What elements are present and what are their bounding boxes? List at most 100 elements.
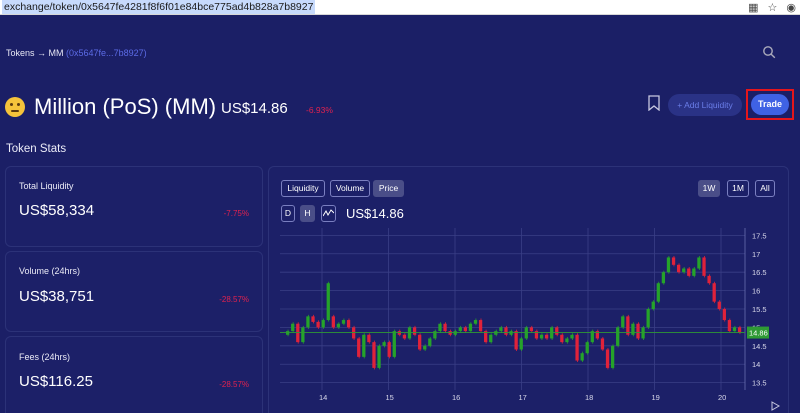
line-chart-icon [322,209,335,217]
candlestick-chart[interactable]: 17.51716.51615.51514.51413.5141516171819… [280,228,800,413]
y-tick-label: 15.5 [752,305,767,314]
range-1m[interactable]: 1M [727,180,749,197]
bookmark-icon[interactable] [647,95,661,111]
candle [301,327,305,343]
candle [402,334,407,339]
extension-icon[interactable]: ◉ [786,1,796,14]
token-logo-icon [5,97,25,117]
candle [473,320,478,324]
candle [311,316,315,322]
candle [707,275,711,284]
candle [428,338,432,346]
trade-button[interactable]: Trade [751,94,789,115]
candle [626,316,630,335]
candle [418,334,422,350]
line-chart-toggle[interactable] [321,205,336,222]
candle [697,257,701,269]
stat-label: Volume (24hrs) [19,266,81,276]
candle [555,327,559,335]
candle [656,283,660,302]
candle [682,268,686,273]
x-tick-label: 20 [718,393,726,402]
stat-value: US$116.25 [19,373,93,390]
search-icon[interactable] [762,45,776,59]
interval-day[interactable]: D [281,205,295,222]
scroll-right-icon [771,401,781,411]
candle [631,323,635,335]
stat-change: -28.57% [219,295,249,304]
candle [443,323,447,332]
stat-value: US$38,751 [19,288,95,305]
candle [463,327,467,332]
url-text[interactable]: exchange/token/0x5647fe4281f8f6f01e84bce… [2,0,316,14]
breadcrumb-tokens[interactable]: Tokens → MM [6,48,64,58]
candle [666,257,671,273]
x-tick-label: 15 [386,393,394,402]
address-bar[interactable]: exchange/token/0x5647fe4281f8f6f01e84bce… [0,0,800,15]
candle [600,338,605,350]
candle [331,316,335,328]
candle [529,327,534,332]
candle [722,309,726,321]
candle [575,334,579,361]
token-price-change: -6.93% [306,105,333,115]
token-name: Million (PoS) (MM) [34,94,217,119]
y-tick-label: 17.5 [752,231,767,240]
candle [326,283,330,321]
candle [362,334,366,357]
candle [539,334,544,339]
candle [489,334,493,343]
candle [423,345,427,350]
candle [321,320,325,328]
candle [676,264,681,273]
stat-change: -28.57% [219,380,249,389]
candle [560,334,564,343]
candle [661,272,666,284]
candle [504,327,508,335]
stat-card-volume: Volume (24hrs) US$38,751 -28.57% [5,251,263,332]
candle [519,338,523,350]
star-icon[interactable]: ☆ [768,1,778,14]
tab-liquidity[interactable]: Liquidity [281,180,325,197]
candle [336,323,341,328]
breadcrumb-address[interactable]: (0x5647fe...7b8927) [66,48,147,58]
x-tick-label: 16 [452,393,460,402]
token-stats-heading: Token Stats [6,143,67,155]
range-1w[interactable]: 1W [698,180,720,197]
candle [392,331,396,357]
candle [291,323,295,332]
candle [341,320,346,324]
candle [468,323,473,332]
candle [458,327,462,332]
candle [651,301,655,309]
breadcrumb: Tokens → MM (0x5647fe...7b8927) [6,48,147,58]
y-tick-label: 16 [752,287,760,296]
y-tick-label: 17 [752,250,760,259]
x-tick-label: 18 [585,393,593,402]
interval-hour[interactable]: H [300,205,315,222]
candle [387,342,391,357]
qr-code-icon[interactable]: ▦ [748,1,758,14]
stat-label: Total Liquidity [19,181,74,191]
y-tick-label: 16.5 [752,268,767,277]
tab-volume[interactable]: Volume [330,180,370,197]
candle [316,321,320,328]
candle [636,323,640,339]
stat-card-liquidity: Total Liquidity US$58,334 -7.75% [5,166,263,247]
x-tick-label: 17 [519,393,527,402]
x-tick-label: 14 [319,393,327,402]
tab-price[interactable]: Price [373,180,404,197]
last-price-label: 14.86 [749,329,768,338]
candle [580,353,584,361]
candle [438,323,442,332]
candle [367,334,371,343]
range-all[interactable]: All [755,180,775,197]
add-liquidity-button[interactable]: + Add Liquidity [668,94,742,116]
stat-change: -7.75% [223,209,249,218]
candle [671,257,676,265]
stat-label: Fees (24hrs) [19,352,71,362]
candle [717,301,721,309]
browser-toolbar-icons: ▦ ☆ ◉ [748,0,796,15]
candle [692,268,696,276]
candle [646,309,650,328]
